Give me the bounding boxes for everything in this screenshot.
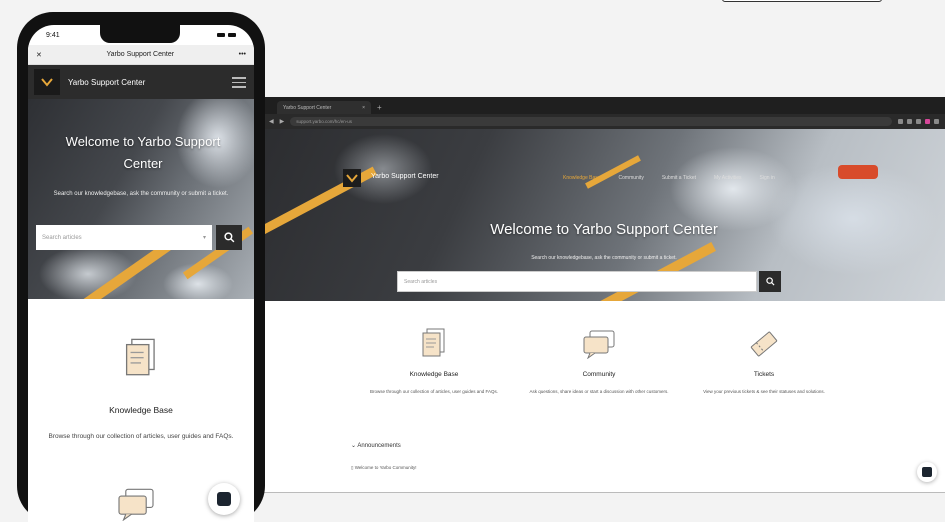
mobile-browser-bar: ✕ Yarbo Support Center ••• xyxy=(28,45,254,65)
nav-my-activities[interactable]: My Activities xyxy=(714,175,742,181)
browser-tab[interactable]: Yarbo Support Center × xyxy=(277,101,371,114)
card-description: Browse through our collection of article… xyxy=(369,389,499,394)
category-cards: Knowledge Base Browse through our collec… xyxy=(359,327,839,395)
top-nav: Knowledge Base Community Submit a Ticket… xyxy=(563,175,775,181)
card-title: Knowledge Base xyxy=(409,371,459,378)
search-placeholder: Search articles xyxy=(42,234,82,241)
browser-tab-strip: Yarbo Support Center × + xyxy=(263,97,945,114)
mobile-hero-banner: Welcome to Yarbo Support Center Search o… xyxy=(28,99,254,299)
forward-arrow-icon[interactable]: ▶ xyxy=(280,118,285,125)
hero-image-flag xyxy=(838,165,878,179)
mobile-site-header: Yarbo Support Center xyxy=(28,65,254,99)
mobile-page-title: Yarbo Support Center xyxy=(106,51,175,58)
announcements-heading[interactable]: ⌄ Announcements xyxy=(351,442,401,449)
search-input[interactable]: Search articles ▾ xyxy=(36,225,212,250)
card-description: View your previous tickets & see their s… xyxy=(703,389,825,394)
card-tickets[interactable]: Tickets View your previous tickets & see… xyxy=(689,327,839,395)
chat-widget-button[interactable] xyxy=(208,483,240,515)
extension-icon[interactable] xyxy=(916,119,921,124)
back-arrow-icon[interactable]: ◀ xyxy=(269,118,274,125)
chat-widget-icon xyxy=(922,467,932,477)
hero-title: Welcome to Yarbo Support Center xyxy=(65,134,221,171)
search-button[interactable] xyxy=(759,271,781,292)
close-icon[interactable]: ✕ xyxy=(36,51,42,59)
chat-widget-button[interactable] xyxy=(917,462,937,482)
site-title[interactable]: Yarbo Support Center xyxy=(68,78,145,87)
card-title: Community xyxy=(582,371,616,378)
more-options-icon[interactable]: ••• xyxy=(239,51,246,58)
yarbo-logo-icon[interactable] xyxy=(343,169,361,187)
card-title: Knowledge Base xyxy=(109,405,173,415)
extension-icons xyxy=(898,119,939,124)
profile-icon[interactable] xyxy=(934,119,939,124)
nav-submit-ticket[interactable]: Submit a Ticket xyxy=(662,175,696,181)
address-bar[interactable]: support.yarbo.com/hc/en-us xyxy=(290,117,892,126)
card-knowledge-base[interactable]: Knowledge Base Browse through our collec… xyxy=(359,327,509,395)
desktop-hero-banner: Yarbo Support Center Knowledge Base Comm… xyxy=(263,129,945,301)
site-title[interactable]: Yarbo Support Center xyxy=(371,173,439,180)
nav-knowledge-base[interactable]: Knowledge Base xyxy=(563,175,601,181)
search-input[interactable]: Search articles xyxy=(397,271,757,292)
chat-icon xyxy=(524,327,674,361)
hero-subtitle: Search our knowledgebase, ask the commun… xyxy=(53,191,229,197)
card-title: Tickets xyxy=(753,371,775,378)
card-community[interactable]: Community Ask questions, share ideas or … xyxy=(524,327,674,395)
card-description: Ask questions, share ideas or start a di… xyxy=(529,389,669,394)
signal-icon xyxy=(217,33,225,37)
status-time: 9:41 xyxy=(46,31,60,39)
announcement-item[interactable]: ▯ Welcome to Yarbo Community! xyxy=(351,465,417,471)
document-icon xyxy=(359,327,509,361)
dropdown-arrow-icon: ▾ xyxy=(202,235,206,241)
close-tab-icon[interactable]: × xyxy=(362,105,365,111)
browser-tab-title: Yarbo Support Center xyxy=(283,104,332,111)
phone-notch xyxy=(100,25,180,43)
extension-icon[interactable] xyxy=(925,119,930,124)
phone-screen: 9:41 ✕ Yarbo Support Center ••• Yarbo Su… xyxy=(28,25,254,522)
search-icon xyxy=(223,232,234,243)
hero-image-stripe xyxy=(585,155,641,189)
search-placeholder: Search articles xyxy=(404,278,438,285)
nav-community[interactable]: Community xyxy=(619,175,644,181)
search-button[interactable] xyxy=(216,225,242,250)
extension-icon[interactable] xyxy=(898,119,903,124)
extension-icon[interactable] xyxy=(907,119,912,124)
hero-subtitle: Search our knowledgebase, ask the commun… xyxy=(531,255,677,261)
phone-frame: 9:41 ✕ Yarbo Support Center ••• Yarbo Su… xyxy=(17,12,265,522)
ticket-icon xyxy=(689,327,839,361)
yarbo-logo-icon[interactable] xyxy=(34,69,60,95)
card-description: Browse through our collection of article… xyxy=(48,433,234,440)
browser-toolbar: ◀ ▶ support.yarbo.com/hc/en-us xyxy=(263,114,945,129)
chat-widget-icon xyxy=(217,492,231,506)
address-bar-url: support.yarbo.com/hc/en-us xyxy=(296,119,353,124)
document-icon xyxy=(28,335,254,383)
desktop-browser-window: Yarbo Support Center × + ◀ ▶ support.yar… xyxy=(262,97,945,493)
device-top-edge xyxy=(722,0,882,2)
hero-title: Welcome to Yarbo Support Center xyxy=(490,221,718,238)
new-tab-icon[interactable]: + xyxy=(377,101,382,114)
nav-sign-in[interactable]: Sign in xyxy=(760,175,775,181)
card-knowledge-base[interactable]: Knowledge Base Browse through our collec… xyxy=(28,301,254,442)
search-icon xyxy=(765,277,775,286)
battery-icon xyxy=(228,33,236,37)
status-icons xyxy=(217,33,236,37)
hamburger-menu-icon[interactable] xyxy=(232,77,246,91)
chat-icon xyxy=(116,487,156,522)
